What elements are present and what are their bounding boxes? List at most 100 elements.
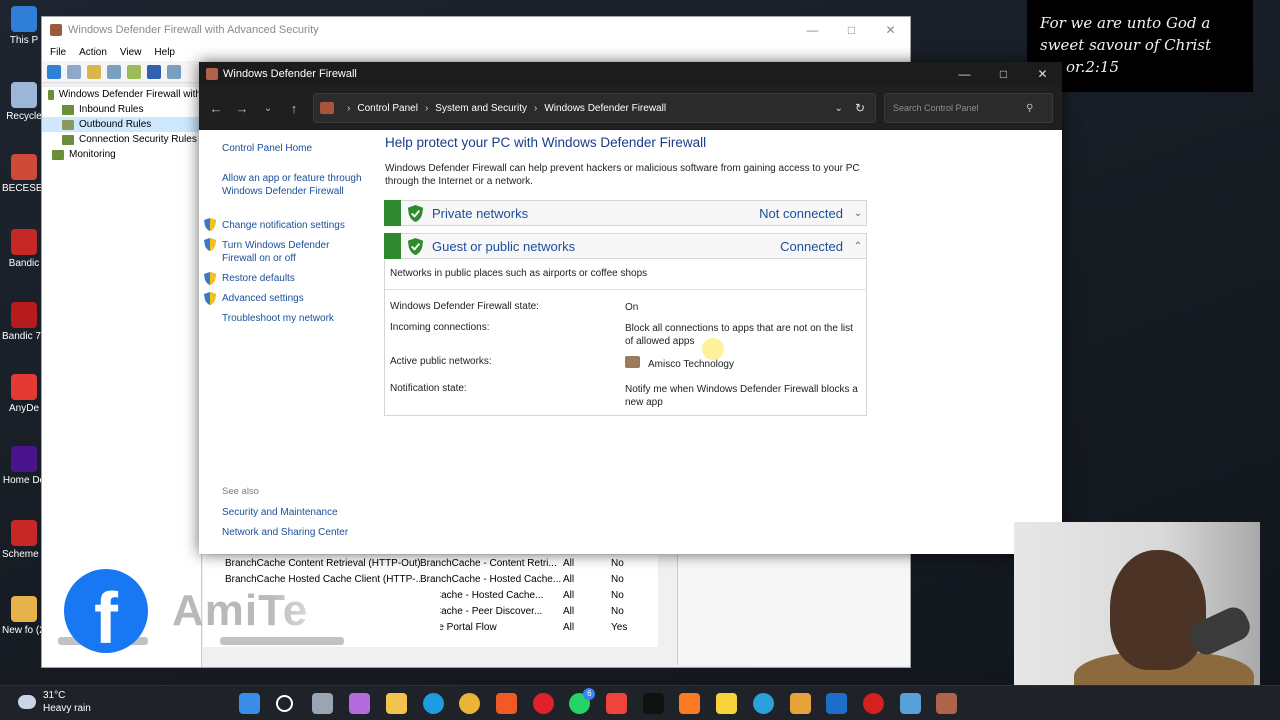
- breadcrumb-separator-icon[interactable]: ›: [347, 103, 350, 114]
- sidebar-troubleshoot[interactable]: Troubleshoot my network: [222, 312, 362, 325]
- public-networks-label: Guest or public networks: [432, 238, 576, 254]
- desktop-icon[interactable]: Home De: [2, 446, 46, 487]
- taskbar-edge-icon[interactable]: [422, 693, 444, 714]
- taskbar-telegram-icon[interactable]: [752, 693, 774, 714]
- sidebar-control-panel-home[interactable]: Control Panel Home: [222, 142, 362, 155]
- desktop-icon[interactable]: AnyDe: [2, 374, 46, 415]
- menu-file[interactable]: File: [50, 47, 66, 58]
- breadcrumb-separator-icon[interactable]: ›: [534, 103, 537, 114]
- taskbar-tiktok-icon[interactable]: [642, 693, 664, 714]
- private-networks-status: Not connected: [759, 205, 843, 221]
- tree-node[interactable]: Connection Security Rules: [42, 132, 201, 147]
- show-hide-tree-icon[interactable]: [107, 64, 121, 79]
- taskbar-recorder-icon[interactable]: [862, 693, 884, 714]
- maximize-button[interactable]: □: [832, 23, 871, 37]
- presenter-head: [1110, 550, 1206, 670]
- minimize-button[interactable]: —: [793, 23, 832, 37]
- up-arrow-icon[interactable]: ↑: [281, 101, 307, 116]
- taskbar-brave-icon[interactable]: [495, 693, 517, 714]
- search-box[interactable]: ⚲: [884, 93, 1053, 123]
- chevron-up-icon[interactable]: ⌃: [850, 241, 866, 252]
- refresh-icon[interactable]: ↻: [855, 101, 865, 115]
- chevron-down-icon[interactable]: ⌄: [850, 208, 866, 219]
- sidebar-restore-defaults[interactable]: Restore defaults: [222, 272, 362, 285]
- close-button[interactable]: ✕: [871, 23, 910, 37]
- back-arrow-icon[interactable]: [47, 64, 61, 79]
- forward-arrow-icon[interactable]: →: [229, 101, 255, 116]
- taskbar-xampp-icon[interactable]: [679, 693, 701, 714]
- sidebar-turn-on-off[interactable]: Turn Windows Defender Firewall on or off: [222, 239, 362, 265]
- properties-icon[interactable]: [167, 64, 181, 79]
- taskbar-app-orange-icon[interactable]: [789, 693, 811, 714]
- taskbar-search-icon[interactable]: [275, 695, 293, 712]
- forward-arrow-icon[interactable]: [67, 64, 81, 79]
- sidebar-network-sharing[interactable]: Network and Sharing Center: [222, 526, 362, 539]
- folder-up-icon[interactable]: [87, 64, 101, 79]
- export-icon[interactable]: [127, 64, 141, 79]
- table-cell: All: [563, 557, 575, 569]
- breadcrumb-control-panel[interactable]: Control Panel: [357, 103, 418, 114]
- recent-locations-chevron-icon[interactable]: ⌄: [255, 103, 281, 114]
- breadcrumb-windows-defender-firewall[interactable]: Windows Defender Firewall: [544, 103, 666, 114]
- menu-view[interactable]: View: [120, 47, 142, 58]
- desktop-icon[interactable]: This P: [2, 6, 46, 47]
- address-dropdown-chevron-icon[interactable]: ⌄: [835, 103, 843, 114]
- table-row[interactable]: BranchCache Content Retrieval (HTTP-Out)…: [203, 555, 658, 571]
- taskbar-chrome-icon[interactable]: [459, 693, 481, 714]
- taskbar-whatsapp-icon[interactable]: 6: [569, 688, 596, 714]
- breadcrumb-system-and-security[interactable]: System and Security: [435, 103, 527, 114]
- tree-node[interactable]: Monitoring: [42, 147, 201, 162]
- close-button[interactable]: ✕: [1023, 67, 1062, 81]
- firewall-window[interactable]: Windows Defender Firewall — □ ✕ ← → ⌄ ↑ …: [199, 62, 1062, 554]
- taskbar-file-explorer-icon[interactable]: [385, 693, 407, 714]
- taskbar-sticky-notes-icon[interactable]: [716, 693, 738, 714]
- desktop-icon[interactable]: BECESEL: [2, 154, 46, 195]
- taskbar-control-panel-icon[interactable]: [936, 693, 958, 714]
- green-shield-check-icon: [407, 237, 424, 255]
- tree-node[interactable]: Windows Defender Firewall with: [42, 87, 201, 102]
- firewall-titlebar[interactable]: Windows Defender Firewall — □ ✕: [199, 62, 1062, 86]
- table-cell: BranchCache Content Retrieval (HTTP-Out): [225, 557, 420, 569]
- desktop-icon[interactable]: Scheme Work: [2, 520, 46, 561]
- back-arrow-icon[interactable]: ←: [203, 101, 229, 116]
- tree-node-label: Connection Security Rules: [79, 134, 197, 145]
- taskbar-copilot-icon[interactable]: [349, 693, 371, 714]
- advanced-security-titlebar[interactable]: Windows Defender Firewall with Advanced …: [42, 17, 910, 43]
- maximize-button[interactable]: □: [984, 67, 1023, 81]
- help-icon[interactable]: [147, 64, 161, 79]
- minimize-button[interactable]: —: [945, 67, 984, 81]
- table-row[interactable]: BranchCache Hosted Cache Client (HTTP-..…: [203, 571, 658, 587]
- tree-node-icon: [52, 149, 64, 160]
- taskbar-start-icon[interactable]: [239, 693, 260, 714]
- breadcrumb[interactable]: › Control Panel › System and Security › …: [313, 93, 876, 123]
- tree-node[interactable]: Outbound Rules: [42, 117, 201, 132]
- public-networks-header[interactable]: Guest or public networks Connected ⌃: [384, 233, 867, 259]
- private-networks-header[interactable]: Private networks Not connected ⌄: [384, 200, 867, 226]
- sidebar-advanced-settings[interactable]: Advanced settings: [222, 292, 362, 305]
- sidebar-security-maintenance[interactable]: Security and Maintenance: [222, 506, 362, 519]
- firewall-state-label: Windows Defender Firewall state:: [390, 301, 539, 312]
- list-horizontal-scrollbar[interactable]: [220, 637, 344, 645]
- search-input[interactable]: [891, 102, 1026, 114]
- sidebar-allow-app[interactable]: Allow an app or feature through Windows …: [222, 172, 362, 198]
- taskbar-outlook-icon[interactable]: [826, 693, 848, 714]
- menu-help[interactable]: Help: [154, 47, 175, 58]
- desktop-icon-label: Home De: [2, 475, 46, 486]
- search-icon[interactable]: ⚲: [1026, 103, 1033, 114]
- desktop-icon[interactable]: Recycle: [2, 82, 46, 123]
- menu-action[interactable]: Action: [79, 47, 107, 58]
- taskbar-opera-icon[interactable]: [532, 693, 554, 714]
- tree-node[interactable]: Inbound Rules: [42, 102, 201, 117]
- desktop-icon[interactable]: Bandic: [2, 229, 46, 270]
- sidebar-change-notification[interactable]: Change notification settings: [222, 219, 362, 232]
- taskbar-remote-desktop-icon[interactable]: [899, 693, 921, 714]
- taskbar-task-view-icon[interactable]: [312, 693, 334, 714]
- facebook-letter: f: [94, 579, 118, 653]
- desktop-icon[interactable]: Bandic 7.1.4: [2, 302, 46, 343]
- desktop-icon-label: AnyDe: [8, 403, 39, 414]
- table-cell: No: [611, 573, 624, 585]
- breadcrumb-separator-icon[interactable]: ›: [425, 103, 428, 114]
- taskbar-anydesk-icon[interactable]: [606, 693, 627, 714]
- weather-widget[interactable]: 31°C Heavy rain: [18, 689, 91, 715]
- desktop-icon[interactable]: New fo (2): [2, 596, 46, 637]
